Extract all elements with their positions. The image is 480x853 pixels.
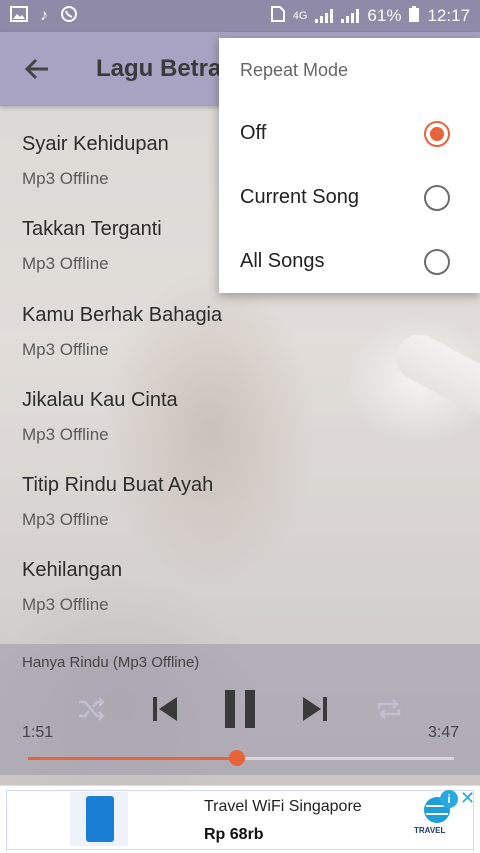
now-playing-label: Hanya Rindu (Mp3 Offline) xyxy=(22,654,200,671)
player-panel: Hanya Rindu (Mp3 Offline) 1:51 3:47 xyxy=(0,644,480,775)
gallery-icon xyxy=(10,5,28,27)
network-type-label: 4G xyxy=(292,10,308,22)
ad-brand-text: TRAVEL xyxy=(414,826,446,835)
ad-banner[interactable]: Travel WiFi Singapore Rp 68rb TRAVEL xyxy=(0,785,480,853)
signal-strength-icon xyxy=(315,9,334,23)
battery-icon xyxy=(409,5,420,27)
pause-icon xyxy=(225,690,255,728)
back-button[interactable] xyxy=(0,32,74,106)
repeat-mode-menu: Repeat Mode Off Current Song All Songs xyxy=(219,38,480,293)
previous-button[interactable] xyxy=(143,686,187,732)
whatsapp-icon xyxy=(60,5,78,28)
seek-bar-progress xyxy=(28,757,237,760)
ad-info-icon[interactable]: i xyxy=(440,790,458,808)
skip-next-icon xyxy=(303,697,327,721)
repeat-button[interactable] xyxy=(368,686,410,732)
list-item[interactable]: Kehilangan Mp3 Offline xyxy=(0,532,480,617)
song-title: Titip Rindu Buat Ayah xyxy=(22,474,214,497)
repeat-option-all-songs[interactable]: All Songs xyxy=(219,229,480,293)
battery-percentage: 61% xyxy=(367,6,402,25)
song-subtitle: Mp3 Offline xyxy=(22,595,109,615)
page-title: Lagu Betra xyxy=(96,55,222,82)
song-subtitle: Mp3 Offline xyxy=(22,339,109,359)
seek-bar[interactable] xyxy=(28,750,454,766)
ad-product-image xyxy=(70,792,128,846)
pause-button[interactable] xyxy=(215,686,265,732)
ad-title: Travel WiFi Singapore xyxy=(204,798,362,815)
sim-icon xyxy=(270,5,285,27)
shuffle-icon xyxy=(79,697,105,721)
radio-button[interactable] xyxy=(424,185,450,211)
elapsed-time: 1:51 xyxy=(22,724,54,741)
radio-button[interactable] xyxy=(424,249,450,275)
repeat-option-off[interactable]: Off xyxy=(219,101,480,165)
list-item[interactable]: Titip Rindu Buat Ayah Mp3 Offline xyxy=(0,447,480,532)
option-label: Current Song xyxy=(240,185,359,208)
menu-title: Repeat Mode xyxy=(240,60,349,80)
song-title: Kamu Berhak Bahagia xyxy=(22,303,223,326)
song-subtitle: Mp3 Offline xyxy=(22,510,109,530)
seek-handle[interactable] xyxy=(228,750,245,766)
ad-close-icon[interactable]: ✕ xyxy=(460,788,475,809)
shuffle-button[interactable] xyxy=(70,686,112,732)
song-title: Jikalau Kau Cinta xyxy=(22,388,178,411)
option-label: All Songs xyxy=(240,249,325,272)
total-duration: 3:47 xyxy=(428,724,460,741)
radio-button[interactable] xyxy=(424,121,450,147)
option-label: Off xyxy=(240,121,267,144)
signal-strength-icon-2 xyxy=(341,9,360,23)
ad-price: Rp 68rb xyxy=(204,826,264,843)
song-title: Kehilangan xyxy=(22,559,123,582)
list-item[interactable]: Jikalau Kau Cinta Mp3 Offline xyxy=(0,362,480,447)
status-bar: ♪ 4G 61% 12:17 xyxy=(0,0,480,32)
repeat-option-current-song[interactable]: Current Song xyxy=(219,165,480,229)
song-subtitle: Mp3 Offline xyxy=(22,424,109,444)
clock: 12:17 xyxy=(427,6,470,25)
next-button[interactable] xyxy=(293,686,337,732)
skip-previous-icon xyxy=(153,697,177,721)
repeat-icon xyxy=(377,699,401,719)
arrow-left-icon xyxy=(24,58,48,80)
music-note-icon: ♪ xyxy=(40,7,48,24)
